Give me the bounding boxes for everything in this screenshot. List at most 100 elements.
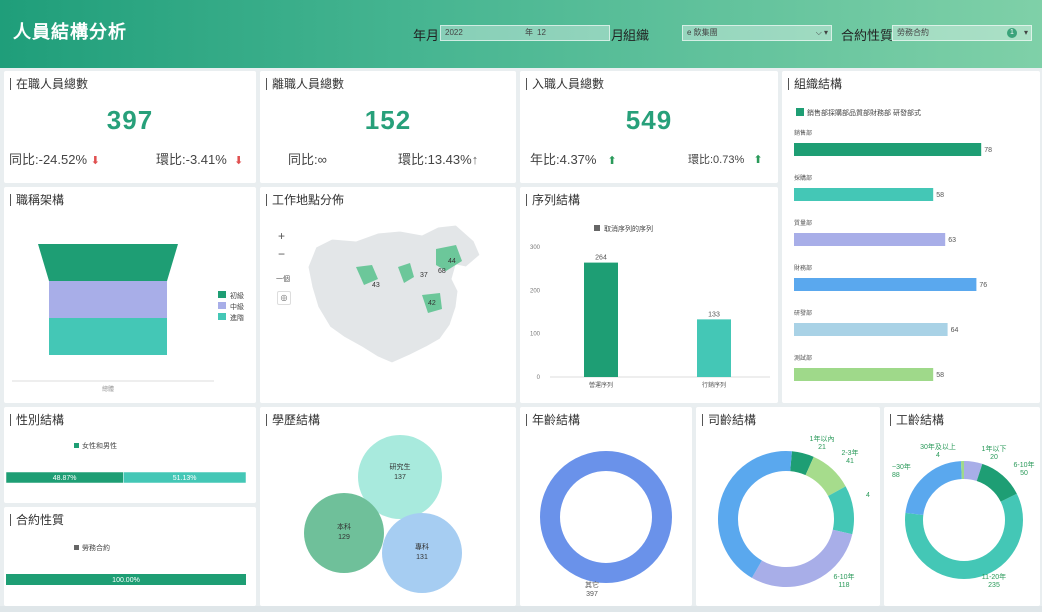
card-title: 離職人員總數 [266,78,344,90]
contract-select[interactable]: 勞務合約 1 ▾ [892,25,1032,41]
age-card: 年齡結構 其它 397 [520,407,692,606]
legend-label: 取消序列的序列 [604,224,653,233]
map-label: 42 [428,300,436,307]
contract-card: 合約性質 勞務合約 100.00% [4,507,256,606]
bubble-label: 專科 [415,542,429,551]
slice-label: 4 [866,492,870,499]
contract-label: 合約性質 [841,28,894,43]
legend-label: 中級 [230,302,244,311]
org-select[interactable]: e 飲集團 ⌵ ▾ [682,25,832,41]
org-structure-card: 組織結構 銷售部採購部品質部財務部 研發部式 銷售部 78 採購部 58 質量部 63 財務… [782,71,1040,403]
funnel-level-2[interactable] [49,281,167,318]
map-label: 37 [420,272,428,279]
bar-value-label: 264 [595,255,607,262]
kpi-card-onboard: 在職人員總數 397 同比:-24.52% ⬇ 環比:-3.41% ⬇ [4,71,256,183]
tenure-work-donut-chart: 1年以下20 6-10年50 11-20年235 ~30年88 30年及以上4 [892,442,1035,589]
org-bar[interactable] [794,323,948,336]
funnel-level-3[interactable] [49,318,167,355]
contract-bar-chart: 勞務合約 100.00% [6,543,246,585]
arrow-down-icon: ⬇ [90,155,100,167]
tenure-company-card: 司齡結構 1年以內 21 2-3年 41 4 6-10年 118 [696,407,880,606]
arrow-down-icon: ⬇ [234,155,244,167]
zoom-out-button[interactable]: − [278,247,285,261]
title-structure-card: 職稱架構 總體 初級 中級 進階 [4,187,256,403]
bubble-value: 129 [338,534,350,541]
org-label: 組織 [623,28,650,43]
bubble-label: 研究生 [390,462,411,471]
month-value: 12 [537,28,546,37]
location-icon[interactable]: ◎ [277,291,291,305]
bubble-value: 137 [394,474,406,481]
education-card: 學歷結構 研究生 137 本科 129 專科 131 [260,407,516,606]
org-bar[interactable] [794,278,977,291]
map-label: 44 [448,258,456,265]
gender-bar-chart: 女性和男性 48.87% 51.13% [5,441,247,484]
category-label: 研發部 [794,309,812,317]
org-bar[interactable] [794,233,946,246]
slice-label: 11-20年 [982,572,1006,581]
legend-label: 進階 [230,313,244,322]
slice-label: 1年以內 [810,434,835,443]
kpi-value: 549 [625,105,673,135]
arrow-up-icon: ↑ [471,152,479,167]
kpi-value: 152 [364,105,412,135]
funnel-level-1[interactable] [38,244,178,281]
category-label: 財務部 [794,264,812,272]
slice-label: ~30年 [892,462,911,471]
slice-label: 21 [818,444,826,451]
slice-label: 41 [846,458,854,465]
footer-strip [0,606,1042,612]
arrow-up-icon: ⬆ [753,154,763,166]
chevron-down-icon: ⌵ ▾ [815,28,828,37]
y-tick-label: 100 [530,332,541,338]
bubble-label: 本科 [337,522,351,531]
category-label: 質量部 [794,219,812,227]
china-map[interactable]: 44 68 37 43 42 [260,187,516,403]
slice-label: 2-3年 [841,448,858,457]
slice-label: 1年以下 [982,444,1007,453]
legend-swatch [74,443,79,448]
year-month-picker[interactable]: 2022 年 12 [440,25,610,41]
org-bar[interactable] [794,188,934,201]
axis-label: 總體 [102,385,114,393]
tenure-company-donut-chart: 1年以內21 2-3年41 4 6-10年118 [718,434,870,589]
sequence-bar[interactable] [584,262,618,377]
slice-label: 88 [892,472,900,479]
donut-slice[interactable] [540,451,672,583]
gender-card: 性別結構 女性和男性 48.87% 51.13% [4,407,256,503]
contract-bar-label: 100.00% [112,577,140,584]
slice-label: 235 [988,582,1000,589]
slice-value: 397 [586,591,598,598]
bar-value-label: 133 [708,311,720,318]
legend-swatch [74,545,79,550]
sequence-bar-chart: 取消序列的序列 0 100 200 300 264 營運序列 133 行銷序列 [530,224,770,389]
reset-view-button[interactable]: 一個 [276,274,290,284]
kpi-card-hire: 入職人員總數 549 年比:4.37% ⬆ 環比:0.73% ⬆ [520,71,778,183]
bubble-associate[interactable] [382,513,462,593]
kpi-yoy: 同比:∞ [288,152,327,167]
kpi-yoy: 同比:-24.52% ⬇ [9,152,100,167]
slice-label: 6-10年 [833,572,854,581]
funnel-chart: 總體 初級 中級 進階 [12,244,244,393]
map-label: 43 [372,282,380,289]
kpi-mom: 環比:13.43%↑ [398,152,479,167]
legend-label: 勞務合約 [82,543,110,552]
bubble-bachelor[interactable] [304,493,384,573]
zoom-in-button[interactable]: + [278,229,285,243]
slice-label: 30年及以上 [920,442,956,451]
map-label: 68 [438,268,446,275]
x-tick-label: 行銷序列 [702,381,726,389]
org-bar-chart: 銷售部採購部品質部財務部 研發部式 銷售部 78 採購部 58 質量部 63 財務部 76 研發… [794,108,992,381]
kpi-value: 397 [106,105,154,135]
org-bar[interactable] [794,368,934,381]
x-tick-label: 營運序列 [589,381,613,389]
legend-label: 初級 [230,291,244,300]
bar-value-label: 64 [951,327,959,334]
kpi-card-leave: 離職人員總數 152 同比:∞ 環比:13.43%↑ [260,71,516,183]
legend-swatch [218,313,226,320]
bar-value-label: 58 [936,192,944,199]
sequence-bar[interactable] [697,319,731,377]
tenure-work-card: 工齡結構 1年以下 20 6-10年 50 11-20年 235 ~30年 88 30年及以上 4 [884,407,1040,606]
slice-label: 20 [990,454,998,461]
org-bar[interactable] [794,143,982,156]
